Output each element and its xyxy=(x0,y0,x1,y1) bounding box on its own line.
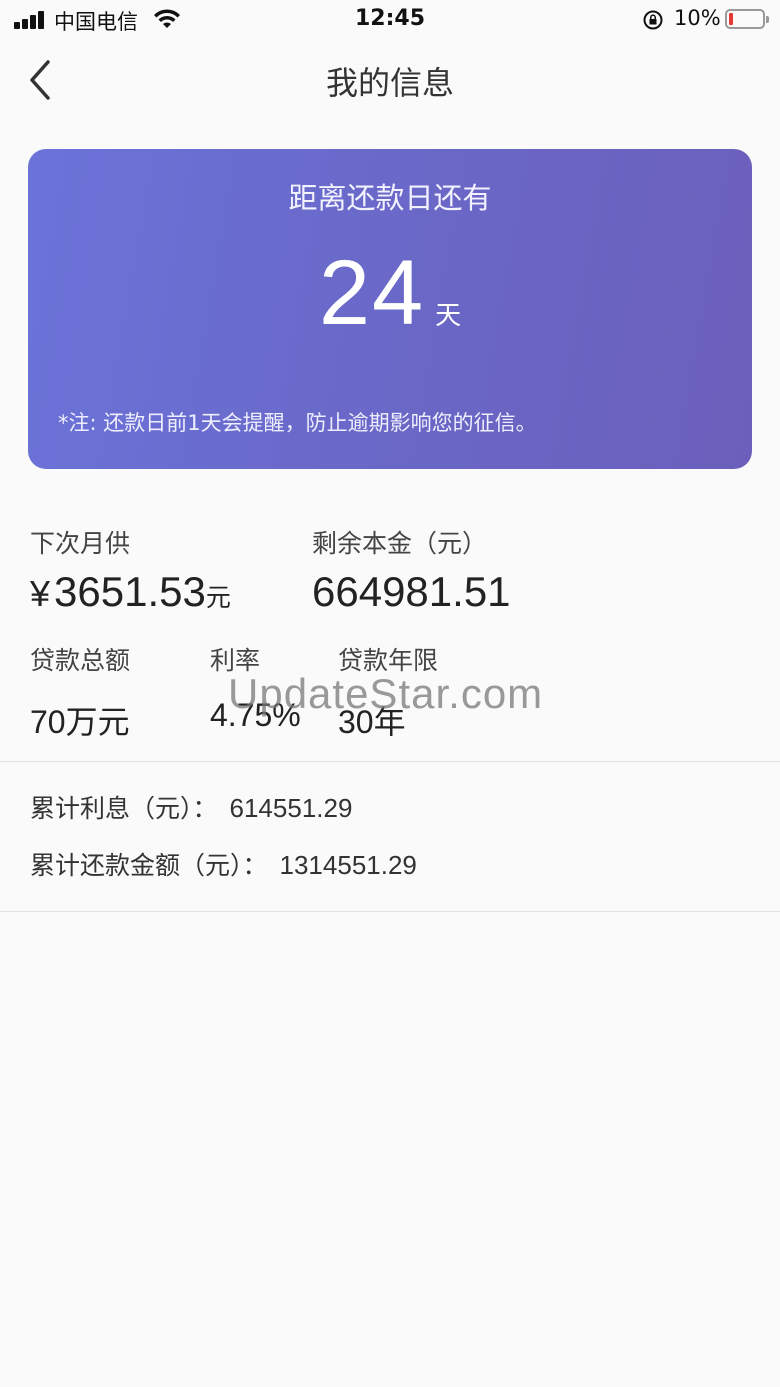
countdown: 24 天 xyxy=(28,241,752,346)
battery-icon xyxy=(725,9,769,29)
remaining-principal-label: 剩余本金（元） xyxy=(312,529,488,558)
navigation-bar: 我的信息 xyxy=(0,40,780,120)
remaining-principal-value: 664981.51 xyxy=(312,568,511,615)
divider xyxy=(0,761,780,762)
interest-row: 累计利息（元）： 614551.29 xyxy=(30,789,352,825)
repayment-row: 累计还款金额（元）： 1314551.29 xyxy=(30,846,417,882)
loan-total-value: 70万元 xyxy=(30,704,130,740)
countdown-unit: 天 xyxy=(435,301,462,331)
battery-percent: 10% xyxy=(674,6,721,30)
countdown-days: 24 xyxy=(318,242,426,344)
divider xyxy=(0,911,780,912)
next-payment-value: 3651.53 xyxy=(54,568,206,615)
rotation-lock-icon xyxy=(643,10,663,30)
loan-total-label: 贷款总额 xyxy=(30,646,131,675)
countdown-title: 距离还款日还有 xyxy=(288,181,492,215)
countdown-card: 距离还款日还有 24 天 *注: 还款日前1天会提醒，防止逾期影响您的征信。 xyxy=(28,149,752,469)
watermark: UpdateStar.com xyxy=(228,670,544,717)
repayment-label: 累计还款金额（元）： xyxy=(30,851,268,880)
next-payment-label: 下次月供 xyxy=(30,529,131,558)
next-payment-unit: 元 xyxy=(205,583,231,612)
interest-label: 累计利息（元）： xyxy=(30,794,218,823)
status-bar: 中国电信 12:45 10% xyxy=(0,0,780,40)
currency-symbol: ¥ xyxy=(30,573,51,614)
interest-value: 614551.29 xyxy=(229,793,353,823)
repayment-value: 1314551.29 xyxy=(279,850,417,880)
page-title: 我的信息 xyxy=(325,64,454,102)
reminder-note: *注: 还款日前1天会提醒，防止逾期影响您的征信。 xyxy=(58,411,537,435)
next-payment: ¥3651.53元 xyxy=(30,568,231,616)
